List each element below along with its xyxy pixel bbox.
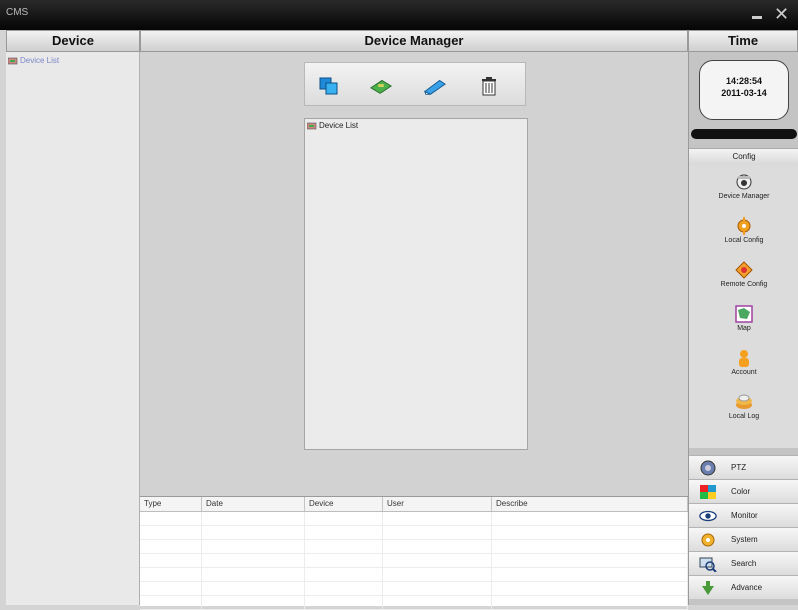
device-manager-panel: Device List Type Date Device User Descri…: [140, 52, 688, 610]
edit-device-button[interactable]: [423, 75, 447, 97]
table-row: [140, 568, 688, 582]
table-row: [140, 526, 688, 540]
system-gear-icon: [701, 533, 715, 546]
edit-device-icon: [423, 79, 446, 95]
nav-advance-button[interactable]: Advance: [689, 575, 798, 599]
time-column-header: Time: [688, 30, 798, 52]
nav-label: Search: [731, 559, 757, 568]
config-header[interactable]: Config: [689, 148, 798, 166]
nav-label: Color: [731, 487, 751, 496]
color-icon: [700, 484, 716, 499]
gear-icon: [737, 217, 751, 235]
camera-dome-icon: [736, 174, 752, 190]
log-col-device[interactable]: Device: [305, 497, 383, 511]
log-icon: [736, 394, 752, 409]
close-icon[interactable]: ✕: [774, 5, 789, 23]
nav-monitor-button[interactable]: Monitor: [689, 503, 798, 527]
window-title: CMS: [6, 7, 29, 18]
nav-label: System: [731, 535, 758, 544]
right-panel: 14:28:54 2011-03-14 Config Device Manage…: [688, 52, 798, 605]
config-item-map[interactable]: Map: [689, 305, 798, 332]
nav-label: Monitor: [731, 511, 758, 520]
device-list-node[interactable]: Device List: [307, 121, 358, 130]
table-row: [140, 512, 688, 526]
log-col-user[interactable]: User: [383, 497, 492, 511]
modify-device-button[interactable]: [369, 75, 393, 97]
table-row: [140, 554, 688, 568]
delete-device-button[interactable]: [477, 75, 501, 97]
config-item-label: Local Config: [724, 237, 764, 244]
minimize-button[interactable]: [752, 16, 762, 19]
status-bar: [691, 129, 797, 139]
device-list-panel[interactable]: Device List: [304, 118, 528, 450]
config-item-label: Map: [737, 325, 751, 332]
table-row: [140, 596, 688, 610]
device-tree-panel: Device List: [6, 52, 140, 605]
modify-device-icon: [369, 79, 393, 94]
log-col-date[interactable]: Date: [202, 497, 305, 511]
log-col-type[interactable]: Type: [140, 497, 202, 511]
device-list-node[interactable]: Device List: [8, 56, 59, 65]
remote-config-icon: [735, 261, 753, 279]
config-list: Device Manager Local Config Remote Confi…: [689, 165, 798, 448]
table-row: [140, 582, 688, 596]
user-icon: [739, 350, 749, 367]
search-icon: [699, 557, 717, 572]
add-device-icon: [319, 77, 338, 95]
log-table: Type Date Device User Describe: [140, 496, 688, 610]
device-manager-header: Device Manager: [140, 30, 688, 52]
clock-date: 2011-03-14: [721, 88, 767, 98]
device-tree-icon: [8, 57, 18, 64]
device-list-label: Device List: [20, 56, 60, 65]
eye-icon: [699, 510, 717, 521]
nav-system-button[interactable]: System: [689, 527, 798, 551]
clock-display: 14:28:54 2011-03-14: [699, 60, 789, 120]
log-col-describe[interactable]: Describe: [492, 497, 688, 511]
config-item-label: Account: [731, 369, 757, 376]
device-list-label: Device List: [319, 121, 359, 130]
add-device-button[interactable]: [317, 75, 341, 97]
nav-color-button[interactable]: Color: [689, 479, 798, 503]
config-item-label: Device Manager: [718, 193, 770, 200]
device-toolbar: [304, 62, 526, 106]
delete-icon: [482, 77, 496, 96]
clock-time: 14:28:54: [725, 76, 763, 86]
table-row: [140, 540, 688, 554]
map-icon: [735, 305, 753, 323]
config-item-device-manager[interactable]: Device Manager: [689, 173, 798, 200]
nav-ptz-button[interactable]: PTZ: [689, 455, 798, 479]
title-bar: CMS ✕: [0, 0, 798, 30]
nav-search-button[interactable]: Search: [689, 551, 798, 575]
nav-label: PTZ: [731, 463, 747, 472]
config-item-account[interactable]: Account: [689, 349, 798, 376]
config-item-remote-config[interactable]: Remote Config: [689, 261, 798, 288]
device-tree-icon: [307, 122, 317, 129]
config-item-label: Local Log: [728, 413, 760, 420]
advance-icon: [702, 580, 714, 595]
config-item-label: Remote Config: [720, 281, 768, 288]
ptz-icon: [700, 460, 716, 475]
device-column-header: Device: [6, 30, 140, 52]
config-item-local-log[interactable]: Local Log: [689, 393, 798, 420]
config-item-local-config[interactable]: Local Config: [689, 217, 798, 244]
log-table-header: Type Date Device User Describe: [140, 497, 688, 512]
nav-label: Advance: [731, 583, 763, 592]
